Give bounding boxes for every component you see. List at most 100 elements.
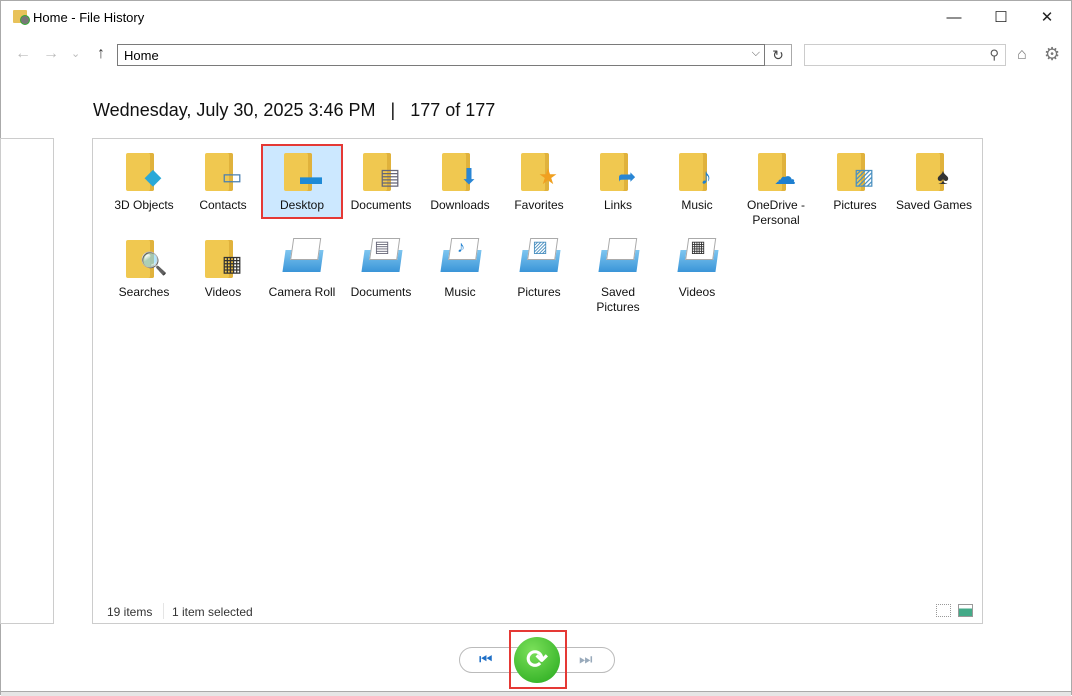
folder-icon: ▭ <box>199 149 247 193</box>
file-label: Pictures <box>833 198 877 212</box>
file-item[interactable]: ▤ Documents <box>342 233 420 304</box>
file-label: Favorites <box>514 198 564 212</box>
backup-position: 177 of 177 <box>410 100 496 120</box>
backup-heading: Wednesday, July 30, 2025 3:46 PM | 177 o… <box>93 100 495 121</box>
overlay-icon: ▦ <box>690 239 706 256</box>
title-bar: Home - File History — ☐ ✕ <box>1 1 1071 35</box>
file-item[interactable]: ◆ 3D Objects <box>105 146 183 217</box>
file-label: Pictures <box>517 285 561 299</box>
file-item[interactable]: ➦ Links <box>579 146 657 217</box>
file-item[interactable]: ⬇ Downloads <box>421 146 499 217</box>
maximize-button[interactable]: ☐ <box>978 5 1024 31</box>
folder-icon: ☁ <box>752 149 800 193</box>
file-history-icon <box>13 10 30 25</box>
file-item[interactable]: ★ Favorites <box>500 146 578 217</box>
folder-icon: ★ <box>515 149 563 193</box>
file-item[interactable]: ▦ Videos <box>658 233 736 304</box>
file-item[interactable]: 🔍 Searches <box>105 233 183 304</box>
file-item[interactable]: ♪ Music <box>658 146 736 217</box>
details-view-button[interactable] <box>936 604 951 617</box>
file-label: Documents <box>350 285 412 299</box>
search-icon: ⚲ <box>989 47 999 62</box>
overlay-icon: ▬ <box>300 164 322 189</box>
overlay-icon: ➦ <box>617 164 637 189</box>
file-item[interactable]: ▬ Desktop <box>261 144 343 219</box>
file-label: Links <box>603 198 632 212</box>
refresh-button[interactable]: ↻ <box>765 44 792 66</box>
folder-icon: ◆ <box>120 149 168 193</box>
next-version-button[interactable]: ⏭ <box>579 651 593 668</box>
folder-icon: ▨ <box>831 149 879 193</box>
file-item[interactable]: ♠ Saved Games <box>895 146 973 217</box>
library-icon: ♪ <box>436 236 484 280</box>
overlay-icon: ▦ <box>221 251 243 276</box>
library-icon: ▤ <box>357 236 405 280</box>
taskbar-edge <box>1 691 1071 696</box>
file-label: 3D Objects <box>114 198 174 212</box>
overlay-icon: ▨ <box>532 239 548 256</box>
file-label: Searches <box>118 285 170 299</box>
file-item[interactable]: ☁ OneDrive - Personal <box>737 146 815 232</box>
file-label: Downloads <box>430 198 490 212</box>
gear-icon[interactable]: ⚙ <box>1044 44 1060 65</box>
file-item[interactable]: ▨ Pictures <box>816 146 894 217</box>
heading-separator: | <box>390 100 396 120</box>
highlight-box <box>509 630 567 689</box>
file-item[interactable]: Camera Roll <box>263 233 341 304</box>
overlay-icon: ♪ <box>457 239 465 256</box>
file-label: Desktop <box>279 198 325 212</box>
file-item[interactable]: ▦ Videos <box>184 233 262 304</box>
home-icon[interactable]: ⌂ <box>1017 46 1027 64</box>
file-item[interactable]: ♪ Music <box>421 233 499 304</box>
overlay-icon: ▨ <box>853 164 875 189</box>
address-text: Home <box>124 48 159 63</box>
close-button[interactable]: ✕ <box>1024 5 1070 31</box>
minimize-button[interactable]: — <box>931 5 977 31</box>
folder-icon: ♪ <box>673 149 721 193</box>
file-item[interactable]: ▨ Pictures <box>500 233 578 304</box>
backup-date: Wednesday, July 30, 2025 3:46 PM <box>93 100 376 120</box>
address-bar[interactable]: Home ⌵ <box>117 44 765 66</box>
large-icons-view-button[interactable] <box>958 604 973 617</box>
folder-icon: ➦ <box>594 149 642 193</box>
navigation-pane <box>0 138 54 624</box>
library-icon: ▦ <box>673 236 721 280</box>
search-input[interactable]: ⚲ <box>804 44 1006 66</box>
back-button[interactable]: ← <box>15 45 31 63</box>
overlay-icon: ♪ <box>700 164 712 189</box>
folder-icon: ⬇ <box>436 149 484 193</box>
forward-button[interactable]: → <box>43 45 59 63</box>
chevron-down-icon[interactable]: ⌵ <box>752 47 760 60</box>
overlay-icon: ◆ <box>144 164 162 189</box>
overlay-icon: ⬇ <box>459 164 479 189</box>
file-label: Documents <box>350 198 412 212</box>
up-button[interactable]: ↑ <box>97 45 105 63</box>
window-title: Home - File History <box>33 10 145 25</box>
file-label: Saved Pictures <box>596 285 640 314</box>
overlay-icon: ☁ <box>774 164 796 189</box>
library-icon <box>594 236 642 280</box>
recent-locations-button[interactable]: ⌄ <box>71 47 80 60</box>
folder-icon: ▬ <box>278 149 326 193</box>
selection-count: 1 item selected <box>172 605 253 619</box>
file-label: Camera Roll <box>268 285 336 299</box>
file-item[interactable]: ▤ Documents <box>342 146 420 217</box>
overlay-icon: ▤ <box>379 164 401 189</box>
overlay-icon: ▤ <box>374 239 390 256</box>
folder-icon: ♠ <box>910 149 958 193</box>
file-label: Contacts <box>199 198 247 212</box>
file-label: Videos <box>204 285 242 299</box>
library-icon: ▨ <box>515 236 563 280</box>
item-count: 19 items <box>107 605 153 619</box>
folder-icon: 🔍 <box>120 236 168 280</box>
file-label: OneDrive - Personal <box>746 198 805 227</box>
overlay-icon: ♠ <box>937 164 949 189</box>
overlay-icon: ▭ <box>221 164 243 189</box>
library-icon <box>278 236 326 280</box>
overlay-icon: ★ <box>538 164 558 189</box>
file-label: Videos <box>678 285 716 299</box>
file-item[interactable]: Saved Pictures <box>579 233 657 319</box>
file-item[interactable]: ▭ Contacts <box>184 146 262 217</box>
previous-version-button[interactable]: ⏮ <box>479 651 493 668</box>
file-label: Music <box>444 285 476 299</box>
